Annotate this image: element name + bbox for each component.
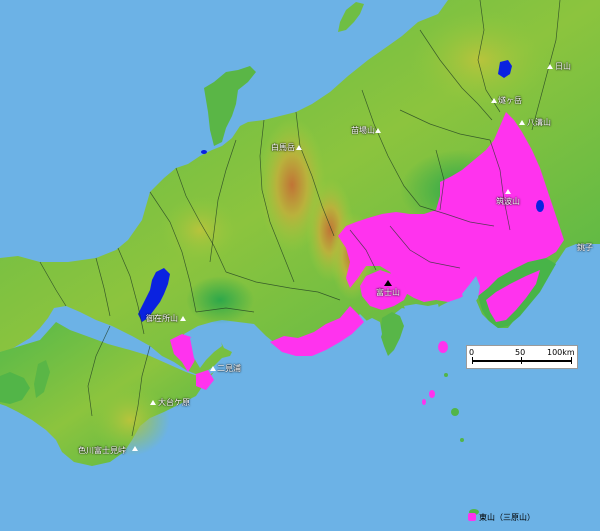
label-futami: 二見浦 — [217, 364, 241, 373]
miyakejima — [451, 408, 459, 416]
terrain-map[interactable]: 日山 燧ヶ岳 八溝山 苗場山 白馬岳 筑波山 銚子 富士山 御在所山 二見浦 大… — [0, 0, 600, 531]
naeba-peak-marker — [375, 128, 381, 133]
mino-upland — [160, 196, 240, 264]
label-yamizo: 八溝山 — [527, 118, 551, 127]
scale-bar: 0 50 100km — [466, 345, 578, 369]
label-fuji: 富士山 — [376, 288, 400, 297]
legend: 東山（三原山） — [468, 512, 535, 523]
nobi-lowland — [186, 276, 254, 324]
futami-marker — [210, 366, 216, 371]
label-irokawa: 色川富士見峠 — [78, 446, 126, 455]
label-tsukuba: 筑波山 — [496, 197, 520, 206]
scale-label-50: 50 — [515, 348, 526, 357]
label-shirouma: 白馬岳 — [271, 143, 295, 152]
izu-oshima — [438, 341, 448, 353]
odaigahara-peak-marker — [150, 400, 156, 405]
legend-label: 東山（三原山） — [479, 513, 535, 522]
kasumigaura — [536, 200, 544, 212]
shirouma-peak-marker — [296, 145, 302, 150]
label-gozaisho: 御在所山 — [146, 314, 178, 323]
tsukuba-peak-marker — [505, 189, 511, 194]
scale-label-100km: 100km — [547, 348, 575, 357]
label-hiuchi: 燧ヶ岳 — [498, 96, 522, 105]
tohoku-upland — [410, 10, 550, 110]
gozaisho-peak-marker — [180, 316, 186, 321]
scale-tick-50 — [521, 357, 522, 364]
irokawa-pass-marker — [132, 446, 138, 451]
label-choshi: 銚子 — [577, 243, 593, 252]
scale-tick-100 — [571, 357, 572, 364]
label-nikko: 日山 — [555, 62, 571, 71]
label-naeba: 苗場山 — [351, 126, 375, 135]
yamizo-peak-marker — [519, 120, 525, 125]
nikko-peak-marker — [547, 64, 553, 69]
mikurajima — [460, 438, 464, 442]
kozushima — [422, 399, 426, 405]
toshima — [444, 373, 448, 377]
niijima — [429, 390, 435, 398]
lake-suwa — [201, 150, 207, 154]
fuji-peak-marker — [384, 280, 392, 286]
scale-tick-0 — [472, 357, 473, 364]
hiuchi-peak-marker — [491, 98, 497, 103]
scale-label-0: 0 — [469, 348, 475, 357]
label-odaigahara: 大台ケ原 — [158, 398, 190, 407]
scale-bar-line — [472, 360, 572, 362]
legend-swatch — [468, 513, 476, 521]
